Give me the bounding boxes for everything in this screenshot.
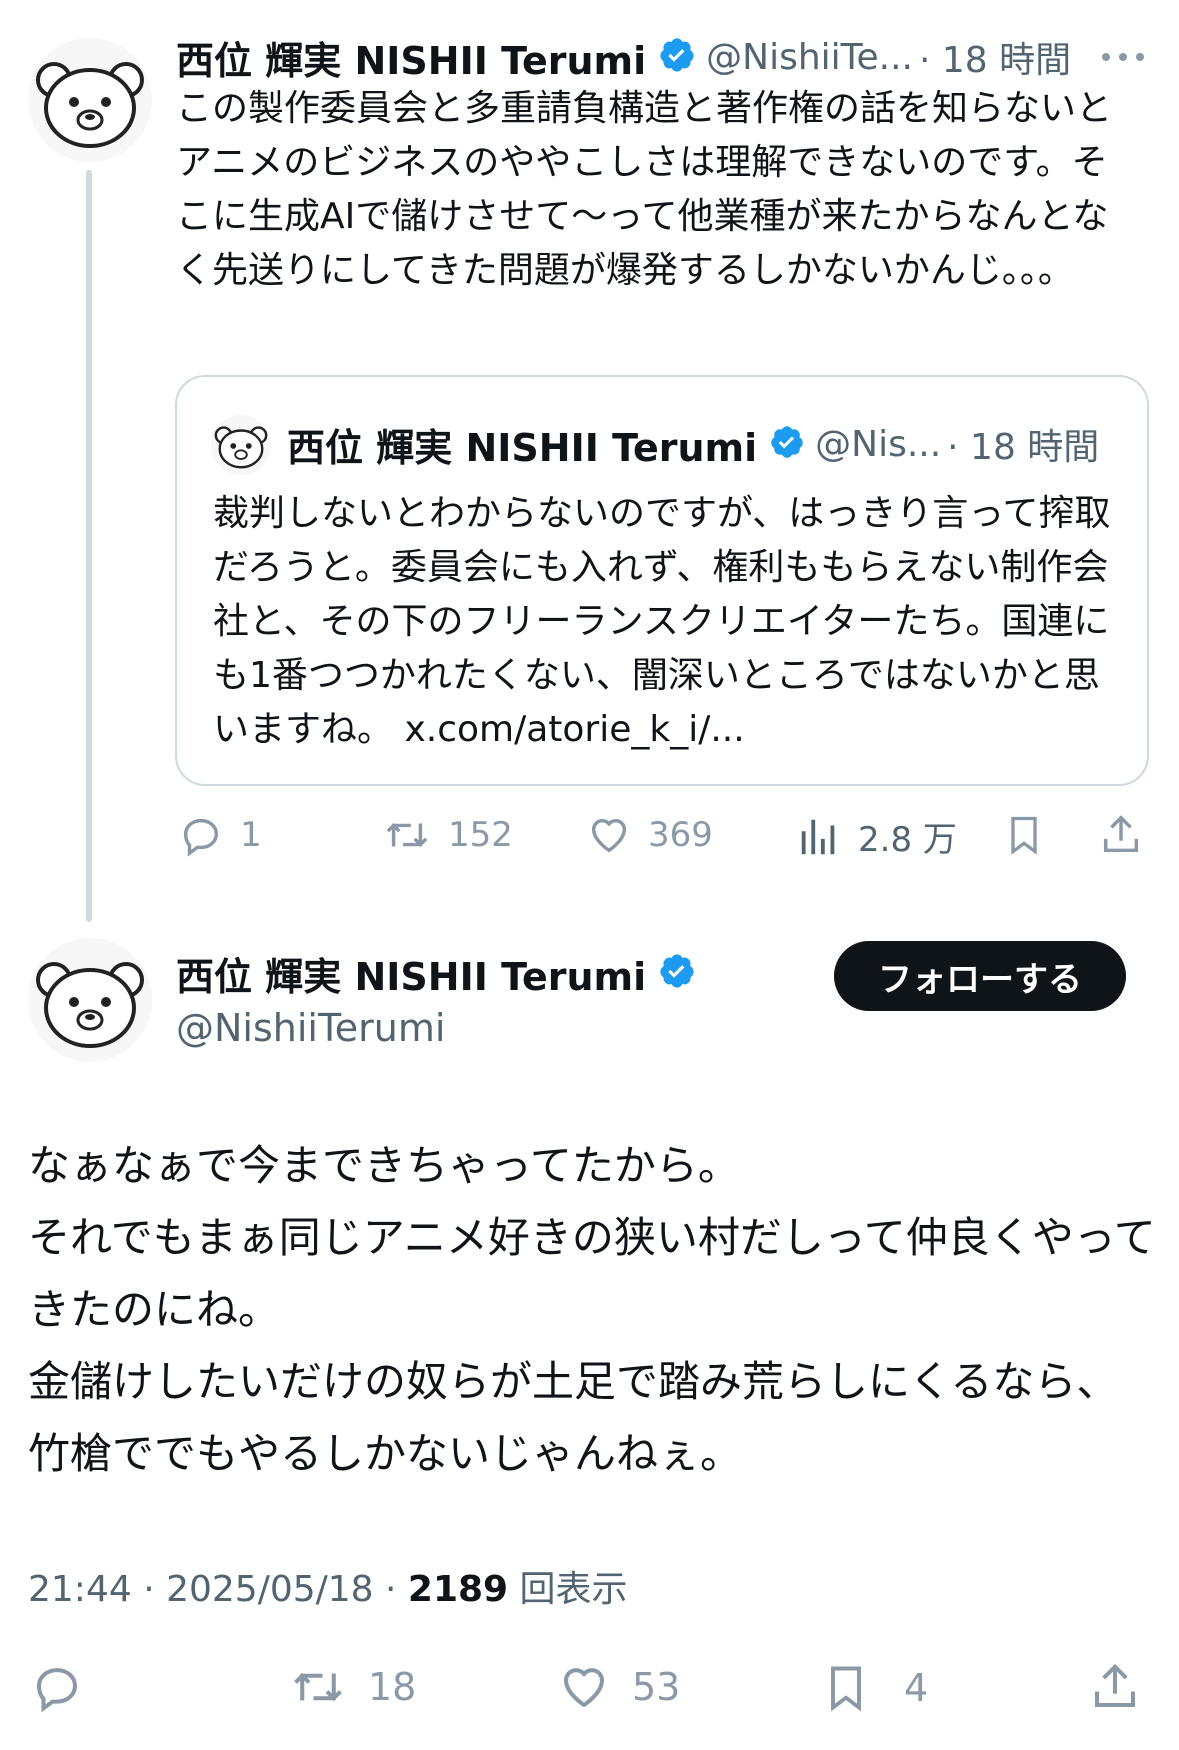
share-button[interactable] <box>1088 1660 1162 1714</box>
share-button[interactable] <box>1098 812 1160 858</box>
avatar[interactable] <box>28 938 152 1062</box>
tweet2-header: 西位 輝実 NISHII Terumi <box>176 946 696 1000</box>
share-icon <box>1094 1663 1136 1708</box>
bookmark-button[interactable]: 4 <box>820 1660 928 1716</box>
reply-icon <box>36 1668 78 1713</box>
retweet-count: 18 <box>368 1665 417 1709</box>
post-timestamp[interactable]: 21:44 · 2025/05/18 · <box>28 1569 408 1610</box>
verified-badge-icon <box>658 952 696 994</box>
quote-header: 西位 輝実 NISHII Terumi @Nis... · 18 時間 <box>287 417 1099 471</box>
views-button[interactable]: 2.8 万 <box>796 812 957 861</box>
quote-avatar <box>211 415 271 475</box>
bear-avatar-icon <box>28 38 152 162</box>
handle[interactable]: @NishiiTerumi <box>176 1006 445 1050</box>
heart-icon <box>563 1668 605 1708</box>
tweet-meta: 21:44 · 2025/05/18 · 2189 回表示 <box>28 1560 628 1612</box>
retweet-button[interactable]: 18 <box>288 1660 416 1714</box>
like-button[interactable]: 369 <box>586 812 713 858</box>
display-name[interactable]: 西位 輝実 NISHII Terumi <box>176 30 646 85</box>
more-icon[interactable] <box>1098 42 1148 72</box>
tweet1-text: この製作委員会と多重請負構造と著作権の話を知らないとアニメのビジネスのややこしさ… <box>176 88 1113 291</box>
views-count: 2.8 万 <box>858 820 957 860</box>
avatar[interactable] <box>28 38 152 162</box>
quote-text: 裁判しないとわからないのですが、はっきり言って搾取だろうと。委員会にも入れず、権… <box>213 493 1111 750</box>
tweet2-text-line: それでもまぁ同じアニメ好きの狭い村だしって仲良くやってきたのにね。 <box>28 1213 1156 1334</box>
retweet-icon <box>386 822 428 848</box>
quote-handle: @Nis... <box>815 423 942 465</box>
reply-count: 1 <box>240 815 262 855</box>
bear-avatar-icon <box>28 938 152 1062</box>
bookmark-icon <box>831 1666 861 1712</box>
tweet2-text: なぁなぁで今まできちゃってたから。 それでもまぁ同じアニメ好きの狭い村だしって仲… <box>28 1130 1158 1490</box>
verified-badge-icon <box>658 36 696 78</box>
view-count: 2189 <box>407 1569 509 1610</box>
quote-timestamp: · 18 時間 <box>947 427 1100 468</box>
retweet-icon <box>294 1672 342 1702</box>
reply-button[interactable] <box>30 1660 104 1714</box>
reply-button[interactable]: 1 <box>178 812 262 858</box>
quote-tweet[interactable]: 西位 輝実 NISHII Terumi @Nis... · 18 時間 裁判しな… <box>175 375 1149 786</box>
bookmark-icon <box>1011 816 1037 855</box>
thread-line <box>86 170 92 922</box>
follow-button[interactable]: フォローする <box>834 941 1126 1011</box>
bookmark-count: 4 <box>904 1666 929 1710</box>
heart-icon <box>591 818 627 853</box>
tweet2-text-line: 金儲けしたいだけの奴らが土足で踏み荒らしにくるなら、竹槍ででもやるしかないじゃん… <box>28 1357 1119 1478</box>
retweet-count: 152 <box>448 815 513 855</box>
retweet-button[interactable]: 152 <box>382 812 513 858</box>
view-label: 回表示 <box>508 1569 628 1610</box>
display-name[interactable]: 西位 輝実 NISHII Terumi <box>176 946 646 1001</box>
like-button[interactable]: 53 <box>556 1660 680 1714</box>
timestamp[interactable]: · 18 時間 <box>919 31 1071 83</box>
like-count: 53 <box>632 1665 681 1709</box>
reply-icon <box>183 818 219 857</box>
tweet2-text-line: なぁなぁで今まできちゃってたから。 <box>28 1141 740 1190</box>
bear-avatar-icon <box>211 415 271 475</box>
share-icon <box>1103 815 1139 853</box>
quote-display-name: 西位 輝実 NISHII Terumi <box>287 425 758 470</box>
bookmark-button[interactable] <box>1002 812 1062 858</box>
verified-badge-icon <box>769 424 805 464</box>
handle[interactable]: @NishiiTe... <box>706 37 913 78</box>
like-count: 369 <box>648 815 713 855</box>
tweet1-header: 西位 輝実 NISHII Terumi @NishiiTe... · 18 時間 <box>176 30 1071 84</box>
analytics-icon <box>801 819 835 854</box>
